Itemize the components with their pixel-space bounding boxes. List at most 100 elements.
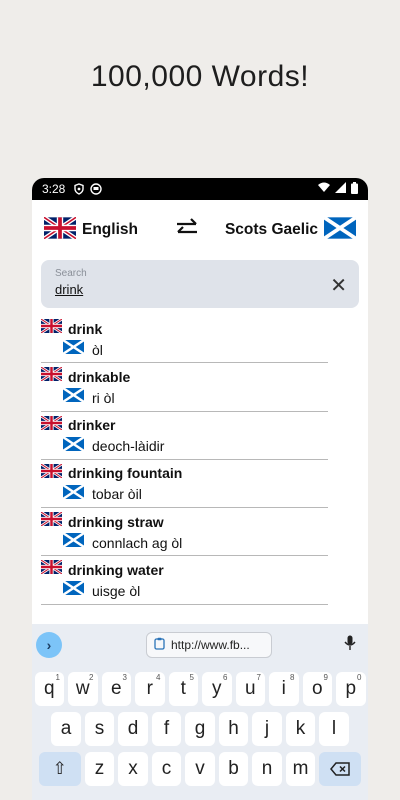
key[interactable]: 9o	[302, 672, 332, 706]
key[interactable]: n	[252, 752, 282, 786]
key[interactable]: j	[252, 712, 282, 746]
list-item[interactable]: drinking water uisge òl	[40, 556, 328, 605]
list-item[interactable]: drinkable ri òl	[40, 363, 328, 412]
shield-icon	[73, 183, 85, 195]
key[interactable]: 3e	[101, 672, 131, 706]
key-label: i	[281, 678, 286, 699]
key-label: t	[180, 678, 186, 699]
key-label: u	[244, 678, 256, 699]
entry-translation: deoch-làidir	[92, 438, 165, 455]
list-item[interactable]: drinking fountain tobar òil	[40, 460, 328, 509]
scotland-flag-icon	[62, 338, 85, 359]
shift-key[interactable]: ⇧	[38, 752, 81, 786]
clipboard-suggestion[interactable]: http://www.fb...	[146, 632, 272, 658]
key[interactable]: v	[185, 752, 215, 786]
key[interactable]: 2w	[68, 672, 98, 706]
key-hint: 9	[323, 673, 328, 682]
entry-word: drinking fountain	[68, 465, 183, 482]
key[interactable]: 4r	[135, 672, 165, 706]
entry-translation-row: uisge òl	[41, 580, 328, 601]
uk-flag-icon	[40, 559, 63, 579]
entry-word: drinker	[68, 417, 116, 434]
entry-source-row: drinking water	[40, 559, 328, 580]
key[interactable]: 8i	[269, 672, 299, 706]
key-hint: 2	[89, 673, 94, 682]
expand-toolbar-icon[interactable]: ›	[36, 632, 62, 658]
clipboard-icon	[153, 637, 166, 653]
key[interactable]: h	[218, 712, 249, 746]
swap-languages-icon[interactable]	[174, 217, 200, 243]
microphone-icon[interactable]	[344, 635, 356, 655]
keyboard-row-1: 1q2w3e4r5t6y7u8i9o0p	[32, 672, 368, 706]
entry-source-row: drinker	[40, 414, 328, 436]
scotland-flag-icon	[62, 435, 85, 456]
key[interactable]: d	[118, 712, 148, 746]
key-label: r	[146, 678, 153, 699]
entry-source-row: drinking fountain	[40, 462, 328, 484]
key-label: q	[43, 678, 55, 699]
entry-translation: connlach ag òl	[92, 534, 183, 551]
key[interactable]: 7u	[235, 672, 265, 706]
keyboard-row-2: asdfghjkl	[32, 712, 368, 746]
entry-translation: uisge òl	[92, 582, 141, 599]
key[interactable]: z	[84, 752, 115, 786]
keyboard-row-3: ⇧ zxcvbnm	[32, 752, 368, 786]
results-list: drink òl drinkable ri òl drinker deoch-làidir…	[32, 315, 368, 605]
on-screen-keyboard: › http://www.fb... 1q2w3e4r5t6y7u8i9o0p …	[32, 624, 368, 800]
entry-translation-row: connlach ag òl	[41, 532, 328, 553]
key[interactable]: 5t	[168, 672, 198, 706]
status-time: 3:28	[42, 182, 66, 196]
scotland-flag-icon	[62, 483, 85, 504]
uk-flag-icon	[42, 215, 78, 244]
key[interactable]: f	[151, 712, 182, 746]
backspace-key[interactable]	[319, 752, 362, 786]
key[interactable]: 0p	[336, 672, 366, 706]
scotland-flag-icon	[62, 580, 85, 600]
entry-translation-row: òl	[41, 338, 328, 360]
clipboard-text: http://www.fb...	[171, 638, 250, 652]
key[interactable]: l	[319, 712, 349, 746]
key[interactable]: g	[185, 712, 215, 746]
clear-search-icon[interactable]: ✕	[330, 273, 347, 298]
source-language-selector[interactable]: English	[42, 215, 138, 244]
wifi-icon	[318, 182, 330, 196]
app-notification-icon	[90, 183, 103, 195]
key[interactable]: x	[118, 752, 148, 786]
key-label: w	[75, 678, 90, 699]
key[interactable]: s	[84, 712, 115, 746]
search-field[interactable]: Search drink ✕	[41, 260, 359, 308]
entry-translation-row: ri òl	[41, 387, 328, 408]
battery-icon	[351, 181, 358, 197]
key[interactable]: k	[285, 712, 316, 746]
scotland-flag-icon	[322, 215, 358, 244]
entry-translation: òl	[92, 341, 103, 358]
scotland-flag-icon	[62, 532, 85, 552]
key[interactable]: 1q	[34, 672, 64, 706]
keyboard-toolbar: › http://www.fb...	[32, 624, 368, 666]
key-hint: 8	[290, 673, 295, 682]
entry-word: drink	[68, 320, 103, 337]
list-item[interactable]: drinking straw connlach ag òl	[40, 508, 328, 557]
key-hint: 7	[256, 673, 261, 682]
key-label: p	[345, 678, 357, 699]
uk-flag-icon	[40, 317, 63, 338]
entry-word: drinkable	[68, 368, 131, 385]
list-item[interactable]: drinker deoch-làidir	[40, 412, 328, 460]
key-hint: 4	[156, 673, 161, 682]
target-language-selector[interactable]: Scots Gaelic	[224, 215, 358, 244]
list-item[interactable]: drink òl	[40, 315, 328, 364]
key[interactable]: a	[51, 712, 81, 746]
source-language-label: English	[82, 221, 138, 238]
keyboard-row-3-letters: zxcvbnm	[84, 752, 316, 786]
headline: 100,000 Words!	[90, 60, 310, 93]
signal-icon	[335, 182, 346, 196]
key-hint: 1	[55, 673, 60, 682]
key[interactable]: c	[151, 752, 182, 786]
search-input[interactable]: drink	[55, 282, 345, 297]
key[interactable]: 6y	[202, 672, 232, 706]
target-language-label: Scots Gaelic	[224, 221, 318, 238]
entry-source-row: drinking straw	[40, 511, 328, 532]
key[interactable]: m	[285, 752, 316, 786]
key[interactable]: b	[218, 752, 249, 786]
uk-flag-icon	[40, 511, 63, 531]
